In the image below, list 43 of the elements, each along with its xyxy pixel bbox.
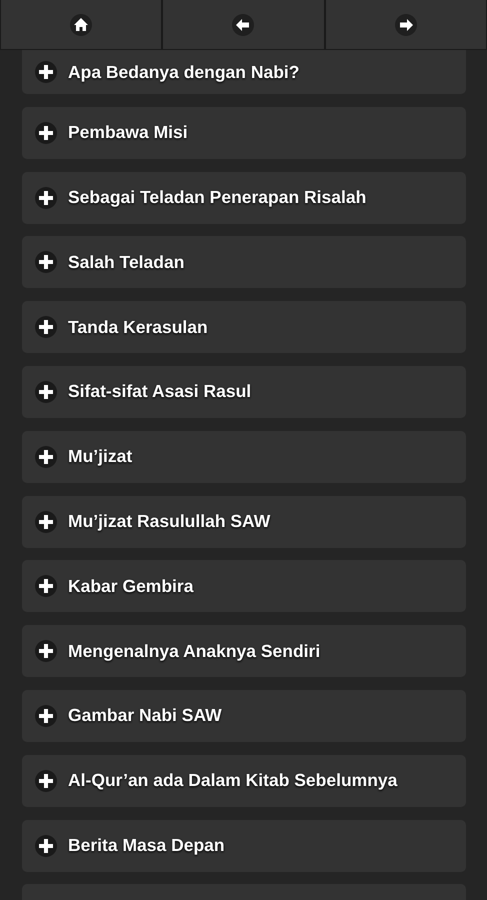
plus-icon bbox=[35, 510, 57, 533]
item-title: Apa Bedanya dengan Nabi? bbox=[68, 62, 300, 82]
plus-icon bbox=[35, 770, 57, 792]
collapsible-header[interactable]: Apa Bedanya dengan Nabi? bbox=[22, 50, 466, 94]
item-title: Sebagai Teladan Penerapan Risalah bbox=[68, 187, 366, 208]
collapsible-header[interactable]: Sebagai Teladan Penerapan Risalah bbox=[22, 172, 466, 224]
item-title: Sifat-sifat Asasi Rasul bbox=[68, 381, 252, 402]
item-title: Berita Masa Depan bbox=[68, 835, 225, 856]
home-button[interactable] bbox=[0, 0, 162, 50]
plus-icon bbox=[35, 834, 57, 857]
forward-button[interactable] bbox=[324, 0, 487, 50]
plus-icon bbox=[35, 640, 57, 662]
item-title: Tanda Kerasulan bbox=[68, 316, 208, 338]
collapsible-header[interactable]: Mu’jizat bbox=[22, 430, 466, 483]
plus-icon bbox=[35, 61, 57, 83]
collapsible-header[interactable]: Gambar Nabi SAW bbox=[22, 690, 466, 742]
item-title: Mu’jizat bbox=[68, 446, 132, 468]
plus-icon bbox=[35, 316, 57, 338]
item-title: Pembawa Misi bbox=[68, 122, 188, 144]
item-title: Salah Teladan bbox=[68, 252, 184, 273]
plus-icon bbox=[35, 380, 57, 403]
collapsible-header[interactable]: Salah Teladan bbox=[22, 236, 466, 288]
plus-icon bbox=[35, 575, 57, 598]
home-icon bbox=[70, 14, 92, 36]
item-title: Gambar Nabi SAW bbox=[68, 705, 222, 726]
item-title: Kabar Gembira bbox=[68, 576, 194, 597]
collapsible-header[interactable]: Al-Qur’an ada Dalam Kitab Sebelumnya bbox=[22, 754, 466, 807]
item-title: Mu’jizat Rasulullah SAW bbox=[68, 511, 270, 532]
collapsible-header[interactable]: Berita Masa Depan bbox=[22, 820, 466, 872]
item-title: Al-Qur’an ada Dalam Kitab Sebelumnya bbox=[68, 770, 398, 792]
plus-icon bbox=[35, 186, 57, 209]
plus-icon bbox=[35, 122, 57, 144]
plus-icon bbox=[35, 446, 57, 468]
plus-icon bbox=[35, 704, 57, 727]
plus-icon bbox=[35, 251, 57, 274]
collapsible-header[interactable]: Tanda Kerasulan bbox=[22, 301, 466, 354]
collapsible-header[interactable]: Mu’jizat Rasulullah SAW bbox=[22, 496, 466, 548]
collapsible-header[interactable]: Kabar Gembira bbox=[22, 560, 466, 612]
collapsible-header[interactable]: Mengenalnya Anaknya Sendiri bbox=[22, 625, 466, 678]
collapsible-header[interactable]: Sifat-sifat Asasi Rasul bbox=[22, 366, 466, 418]
back-button[interactable] bbox=[162, 0, 325, 50]
collapsible-header[interactable]: Pembawa Misi bbox=[22, 106, 466, 159]
item-title: Mengenalnya Anaknya Sendiri bbox=[68, 640, 320, 662]
